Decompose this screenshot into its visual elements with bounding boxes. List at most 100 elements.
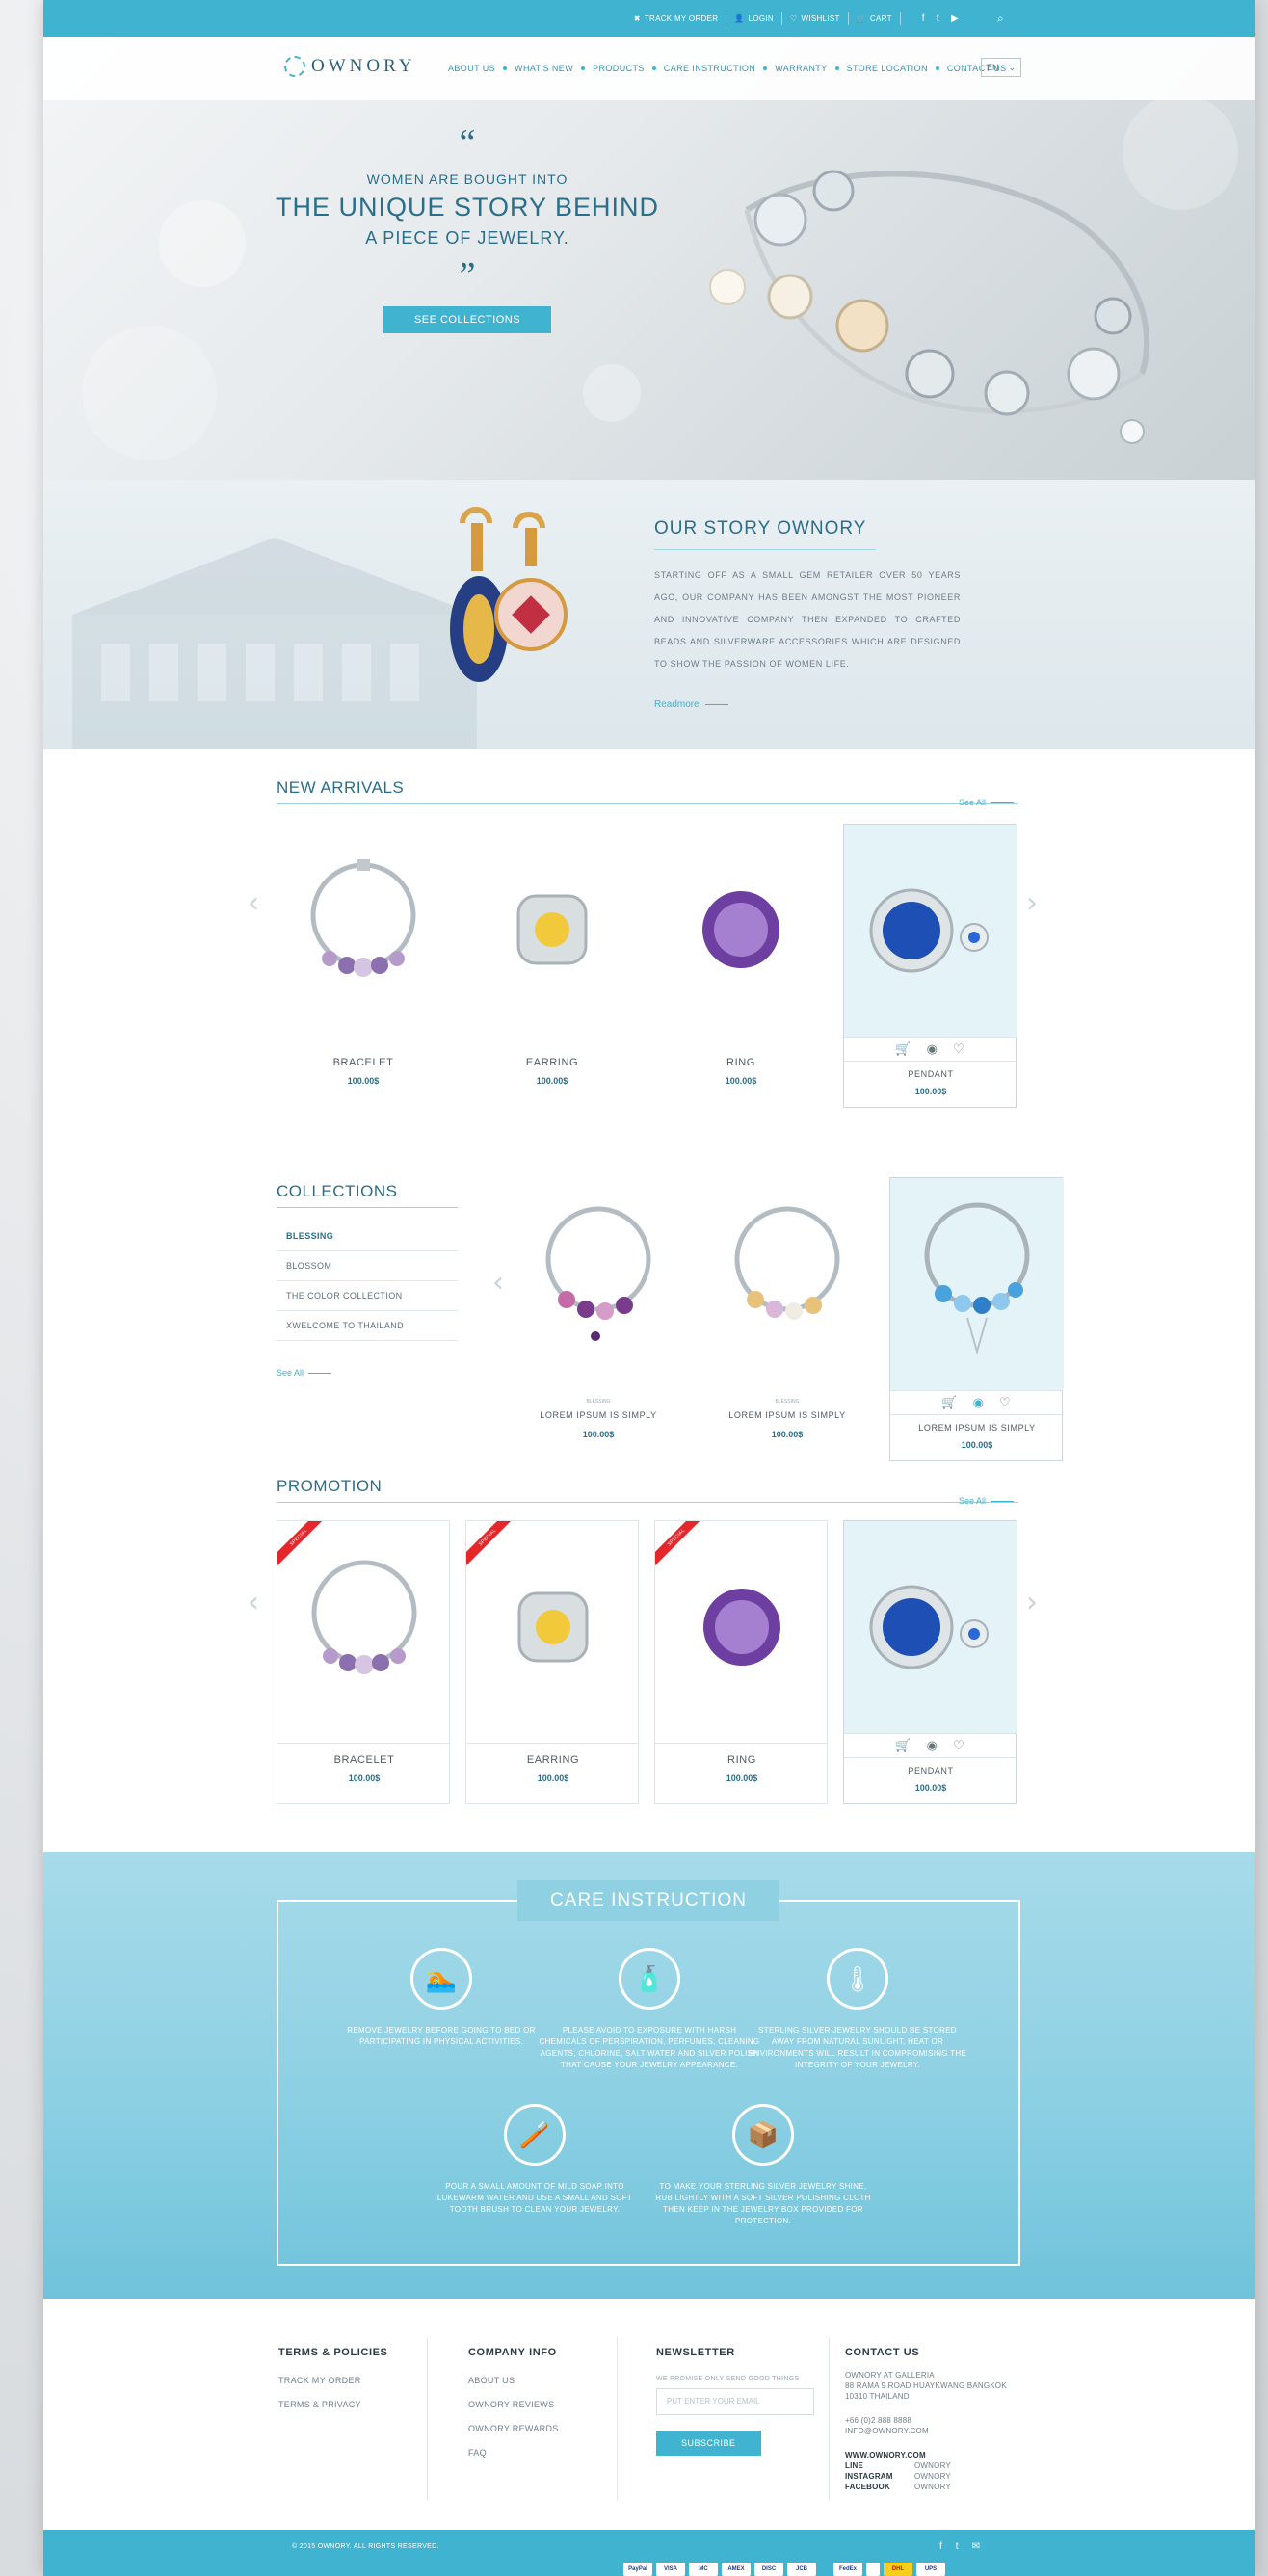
footer-link-rewards[interactable]: OWNORY REWARDS	[468, 2424, 559, 2433]
cart-link[interactable]: 🛒 CART	[849, 12, 901, 25]
track-order-link[interactable]: ✖ TRACK MY ORDER	[626, 12, 727, 25]
footer-link-terms-privacy[interactable]: TERMS & PRIVACY	[278, 2400, 388, 2409]
product-name: PENDANT	[908, 1069, 954, 1079]
footer-link-reviews[interactable]: OWNORY REVIEWS	[468, 2400, 559, 2409]
care-instruction-section: CARE INSTRUCTION 🏊 REMOVE JEWELRY BEFORE…	[43, 1852, 1255, 2299]
promo-card[interactable]: SPECIAL BRACELET 100.00$	[277, 1520, 450, 1804]
care-item: 🌡 STERLING SILVER JEWELRY SHOULD BE STOR…	[747, 1948, 968, 2071]
promotion-see-all[interactable]: See All	[959, 1496, 1015, 1506]
logo[interactable]: OWNORY	[284, 56, 415, 77]
footer-link-track-order[interactable]: TRACK MY ORDER	[278, 2376, 388, 2385]
add-to-cart-icon[interactable]: 🛒	[941, 1395, 957, 1410]
contact-address: OWNORY AT GALLERIA 88 RAMA 9 ROAD HUAYKW…	[845, 2371, 1007, 2401]
product-name: EARRING	[526, 1754, 580, 1766]
twitter-icon[interactable]: t	[937, 13, 939, 24]
subscribe-button[interactable]: SUBSCRIBE	[656, 2431, 761, 2456]
product-card[interactable]: RING 100.00$	[654, 824, 828, 1108]
product-card[interactable]: BRACELET 100.00$	[277, 824, 450, 1108]
product-image	[890, 1178, 1064, 1390]
our-story-section: OUR STORY OWNORY STARTING OFF AS A SMALL…	[43, 480, 1255, 749]
collection-card[interactable]: BLESSING LOREM IPSUM IS SIMPLY 100.00$	[512, 1177, 685, 1461]
nav-products[interactable]: PRODUCTS	[581, 64, 654, 73]
product-price: 100.00$	[961, 1440, 993, 1450]
see-collections-button[interactable]: SEE COLLECTIONS	[383, 306, 552, 333]
product-image	[655, 1521, 829, 1733]
new-arrivals-next-arrow[interactable]: ›	[1026, 886, 1038, 920]
language-select[interactable]: EN ⌄	[981, 58, 1021, 77]
promotion-divider	[277, 1502, 1018, 1503]
wishlist-link[interactable]: ♡ WISHLIST	[782, 12, 849, 25]
collections-title: COLLECTIONS	[277, 1182, 398, 1200]
add-to-cart-icon[interactable]: 🛒	[895, 1738, 911, 1753]
footer-link-faq[interactable]: FAQ	[468, 2448, 559, 2458]
promo-card[interactable]: SPECIAL EARRING 100.00$	[465, 1520, 639, 1804]
product-card-highlighted[interactable]: 🛒 ◉ ♡ PENDANT 100.00$	[843, 824, 1017, 1108]
truck-icon: ✖	[633, 13, 641, 23]
nav-warranty[interactable]: WARRANTY	[763, 64, 836, 73]
collection-item-blossom[interactable]: BLOSSOM	[277, 1251, 458, 1281]
login-link[interactable]: 👤 LOGIN	[726, 12, 782, 25]
paypal-icon: PayPal	[623, 2563, 652, 2576]
quote-open: “	[459, 122, 476, 163]
product-image	[700, 1177, 874, 1389]
hero-banner: “ WOMEN ARE BOUGHT INTO THE UNIQUE STORY…	[43, 37, 1255, 480]
readmore-link[interactable]: Readmore	[654, 699, 728, 710]
collection-item-welcome-thailand[interactable]: XWELCOME TO THAILAND	[277, 1311, 458, 1341]
promo-card[interactable]: SPECIAL RING 100.00$	[654, 1520, 828, 1804]
promotion-next-arrow[interactable]: ›	[1026, 1586, 1038, 1619]
product-name: LOREM IPSUM IS SIMPLY	[728, 1410, 846, 1420]
nav-whats-new[interactable]: WHAT'S NEW	[503, 64, 583, 73]
wishlist-heart-icon[interactable]: ♡	[953, 1738, 964, 1753]
quick-view-icon[interactable]: ◉	[973, 1395, 984, 1410]
payment-icon	[866, 2563, 880, 2576]
product-name: RING	[727, 1754, 756, 1766]
care-item: 🧴 PLEASE AVOID TO EXPOSURE WITH HARSH CH…	[539, 1948, 760, 2071]
nav-store-location[interactable]: STORE LOCATION	[834, 64, 938, 73]
contact-email[interactable]: INFO@OWNORY.COM	[845, 2426, 1007, 2436]
collection-card[interactable]: BLESSING LOREM IPSUM IS SIMPLY 100.00$	[700, 1177, 874, 1461]
new-arrivals-prev-arrow[interactable]: ‹	[248, 886, 259, 920]
product-card[interactable]: EARRING 100.00$	[465, 824, 639, 1108]
brush-icon: 🪥	[504, 2104, 566, 2166]
wishlist-heart-icon[interactable]: ♡	[999, 1395, 1011, 1410]
contact-web: WWW.OWNORY.COM	[845, 2451, 926, 2459]
care-text: PLEASE AVOID TO EXPOSURE WITH HARSH CHEM…	[539, 2026, 760, 2069]
product-actions: 🛒 ◉ ♡	[890, 1390, 1062, 1415]
add-to-cart-icon[interactable]: 🛒	[895, 1041, 911, 1057]
care-text: POUR A SMALL AMOUNT OF MILD SOAP INTO LU…	[436, 2182, 633, 2214]
topbar-social: f t ▶	[922, 13, 959, 24]
nav-about-us[interactable]: ABOUT US	[438, 64, 505, 73]
collection-item-color[interactable]: THE COLOR COLLECTION	[277, 1281, 458, 1311]
facebook-icon[interactable]: f	[922, 13, 925, 24]
wishlist-heart-icon[interactable]: ♡	[953, 1041, 964, 1057]
footer-link-about[interactable]: ABOUT US	[468, 2376, 559, 2385]
hero-bracelet-image	[709, 170, 1150, 444]
collections-prev-arrow[interactable]: ‹	[492, 1266, 504, 1300]
user-icon: 👤	[734, 13, 745, 23]
quick-view-icon[interactable]: ◉	[927, 1041, 938, 1057]
care-text: TO MAKE YOUR STERLING SILVER JEWELRY SHI…	[655, 2182, 871, 2225]
new-arrivals-see-all[interactable]: See All	[959, 798, 1015, 807]
promotion-prev-arrow[interactable]: ‹	[248, 1586, 259, 1619]
logo-ring-icon	[284, 56, 305, 77]
top-bar: ✖ TRACK MY ORDER 👤 LOGIN ♡ WISHLIST 🛒 CART f…	[43, 0, 1255, 37]
footer-bottom-bar: © 2015 OWNORY. ALL RIGHTS RESERVED. f t …	[43, 2530, 1255, 2576]
email-field[interactable]: PUT ENTER YOUR EMAIL	[656, 2388, 814, 2415]
collection-item-blessing[interactable]: BLESSING	[277, 1222, 458, 1251]
product-price: 100.00$	[725, 1076, 757, 1086]
product-image	[465, 824, 639, 1036]
footer-company: COMPANY INFO ABOUT US OWNORY REVIEWS OWN…	[468, 2347, 559, 2472]
quick-view-icon[interactable]: ◉	[927, 1738, 938, 1753]
contact-phone: +66 (0)2 888 8888	[845, 2416, 912, 2425]
mail-icon[interactable]: ✉	[972, 2541, 980, 2552]
nav-care-instruction[interactable]: CARE INSTRUCTION	[651, 64, 765, 73]
collections-see-all[interactable]: See All	[277, 1368, 332, 1378]
promo-card-highlighted[interactable]: 🛒 ◉ ♡ PENDANT 100.00$	[843, 1520, 1017, 1804]
youtube-icon[interactable]: ▶	[951, 13, 959, 24]
payment-icon	[820, 2563, 830, 2576]
collection-card-highlighted[interactable]: 🛒 ◉ ♡ LOREM IPSUM IS SIMPLY 100.00$	[889, 1177, 1064, 1461]
facebook-icon[interactable]: f	[939, 2541, 942, 2552]
search-icon[interactable]: ⌕	[997, 12, 1004, 26]
twitter-icon[interactable]: t	[956, 2541, 959, 2552]
earrings-image	[450, 507, 568, 682]
